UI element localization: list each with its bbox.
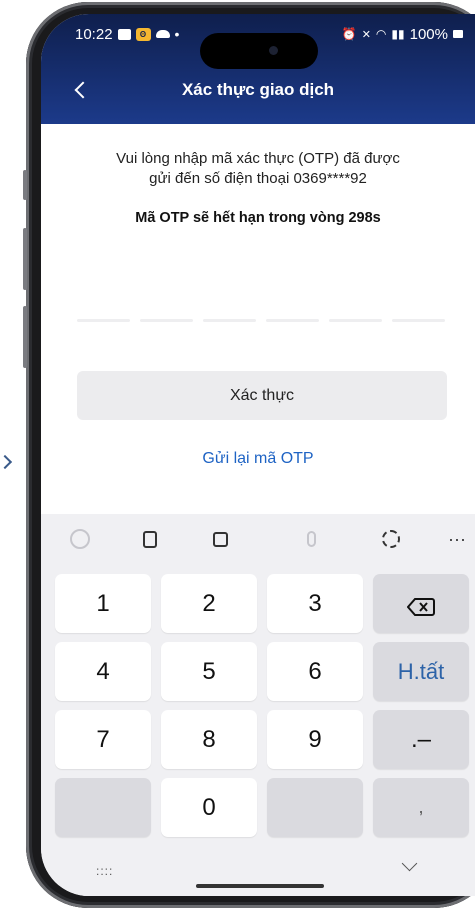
key-9[interactable]: 9 (267, 710, 363, 769)
page-title: Xác thực giao dịch (181, 80, 335, 99)
phone-screen: 10:22 ʘ • ⏰ ✕ ◠ ▮▮ 100% Xác thực giao dị… (41, 14, 475, 896)
otp-digit-4[interactable] (266, 319, 319, 322)
wifi-icon: ◠ (375, 27, 387, 41)
confirm-button[interactable]: Xác thực (77, 371, 447, 420)
otp-digit-6[interactable] (392, 319, 445, 322)
empty-key (55, 778, 151, 837)
empty-key-right (267, 778, 363, 837)
comma-key[interactable]: , (373, 778, 469, 837)
home-indicator[interactable] (196, 884, 324, 888)
otp-digit-2[interactable] (140, 319, 193, 322)
battery-icon (453, 30, 463, 38)
keyboard-icon[interactable] (206, 525, 234, 553)
camera-island (200, 33, 318, 69)
keyboard-toolbar: ··· (41, 514, 475, 566)
volume-up-button (23, 228, 27, 290)
more-icon[interactable]: ··· (443, 525, 471, 553)
backspace-icon (407, 598, 435, 616)
camera-lens-icon (269, 46, 278, 55)
status-time: 10:22 (75, 25, 113, 43)
key-6[interactable]: 6 (267, 642, 363, 701)
app-header: 10:22 ʘ • ⏰ ✕ ◠ ▮▮ 100% Xác thực giao dị… (41, 14, 475, 124)
signal-icon: ▮▮ (391, 27, 405, 41)
otp-digit-5[interactable] (329, 319, 382, 322)
otp-digit-3[interactable] (203, 319, 256, 322)
instruction-line-2: gửi đến số điện thoại 0369****92 (149, 170, 367, 187)
done-key[interactable]: H.tất (373, 642, 469, 701)
otp-content: Vui lòng nhập mã xác thực (OTP) đã được … (41, 124, 475, 524)
resend-otp-link[interactable]: Gửi lại mã OTP (41, 450, 475, 468)
smiley-icon[interactable] (66, 525, 94, 553)
key-3[interactable]: 3 (267, 574, 363, 633)
cloud-icon (155, 30, 170, 38)
otp-input-group[interactable] (77, 319, 445, 322)
key-4[interactable]: 4 (55, 642, 151, 701)
otp-digit-1[interactable] (77, 319, 130, 322)
otp-instruction: Vui lòng nhập mã xác thực (OTP) đã được … (71, 149, 445, 189)
dot-dash-key[interactable]: .– (373, 710, 469, 769)
key-1[interactable]: 1 (55, 574, 151, 633)
key-5[interactable]: 5 (161, 642, 257, 701)
battery-text: 100% (409, 25, 448, 43)
mute-icon: ✕ (361, 28, 371, 41)
gallery-icon (117, 28, 131, 40)
side-button (23, 170, 27, 200)
alarm-icon: ⏰ (341, 27, 357, 41)
key-8[interactable]: 8 (161, 710, 257, 769)
arrow-marker-icon (0, 454, 13, 470)
chevron-down-icon[interactable] (401, 855, 418, 872)
key-7[interactable]: 7 (55, 710, 151, 769)
keyboard-switch-icon[interactable]: :::: (96, 864, 113, 878)
volume-down-button (23, 306, 27, 368)
instruction-line-1: Vui lòng nhập mã xác thực (OTP) đã được (116, 150, 400, 167)
clipboard-icon[interactable] (136, 525, 164, 553)
otp-expiry-timer: Mã OTP sẽ hết hạn trong vòng 298s (135, 210, 381, 226)
key-2[interactable]: 2 (161, 574, 257, 633)
mic-icon[interactable] (297, 525, 325, 553)
numeric-keyboard: ··· 1 2 3 4 5 6 H.tất 7 8 9 .– 0 , :::: (41, 514, 475, 896)
dot-icon: • (174, 26, 180, 42)
backspace-key[interactable] (373, 574, 469, 633)
keyboard-bottom-bar: :::: (41, 846, 475, 896)
app-notification-icon: ʘ (135, 27, 151, 41)
key-0[interactable]: 0 (161, 778, 257, 837)
settings-icon[interactable] (377, 525, 405, 553)
